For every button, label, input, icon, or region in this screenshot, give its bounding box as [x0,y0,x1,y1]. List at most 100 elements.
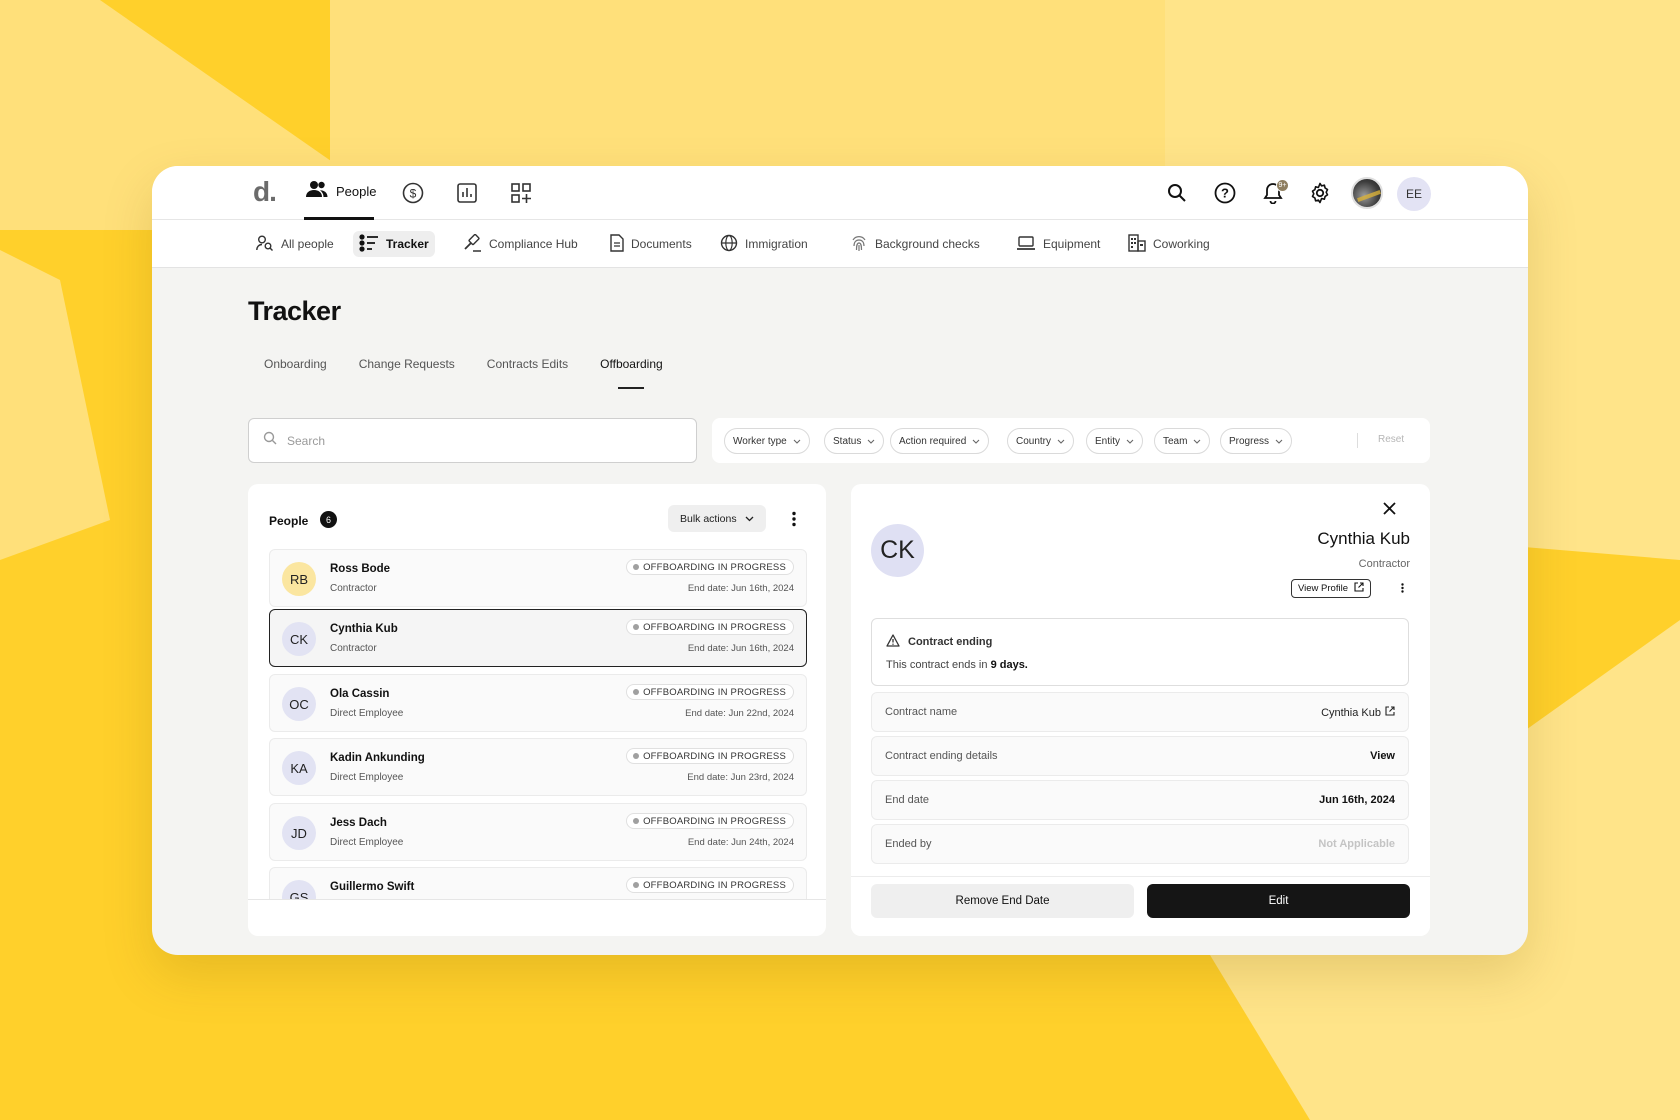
subnav-item-compliance-hub[interactable]: Compliance Hub [458,231,584,257]
status-badge: OFFBOARDING IN PROGRESS [626,877,794,893]
subnav-item-all-people[interactable]: All people [250,231,340,257]
gavel-icon [464,233,482,255]
status-dot-icon [633,624,640,630]
filter-team[interactable]: Team [1154,428,1211,454]
status-badge: OFFBOARDING IN PROGRESS [626,813,794,829]
chevron-down-icon [1126,436,1134,447]
list-item[interactable]: KA Kadin Ankunding Direct Employee OFFBO… [269,738,807,796]
view-profile-button[interactable]: View Profile [1291,579,1371,598]
apps-icon[interactable] [509,181,533,205]
close-icon[interactable] [1381,500,1397,516]
list-item[interactable]: RB Ross Bode Contractor OFFBOARDING IN P… [269,549,807,607]
external-link-icon [1354,582,1364,595]
list-item[interactable]: CK Cynthia Kub Contractor OFFBOARDING IN… [269,609,807,667]
edit-button[interactable]: Edit [1147,884,1410,918]
app-logo[interactable]: d. [253,176,277,208]
detail-panel: CK Cynthia Kub Contractor View Profile C… [851,484,1430,936]
tab-contracts-edits[interactable]: Contracts Edits [471,357,584,389]
more-options-icon[interactable] [786,510,802,528]
end-date: End date: Jun 16th, 2024 [687,583,794,594]
filter-country[interactable]: Country [1007,428,1075,454]
subnav-label: All people [281,237,334,251]
search-box[interactable] [248,418,697,463]
chevron-down-icon [793,436,801,447]
search-icon[interactable] [1165,181,1189,205]
status-badge: OFFBOARDING IN PROGRESS [626,619,794,635]
person-type: Contractor [330,583,377,594]
contract-name-link[interactable]: Cynthia Kub [1321,706,1395,719]
chart-icon[interactable] [455,181,479,205]
alert-title: Contract ending [908,636,993,648]
user-photo-avatar[interactable] [1351,177,1383,209]
subnav-label: Compliance Hub [489,237,578,251]
dollar-icon[interactable]: $ [401,181,425,205]
tab-onboarding[interactable]: Onboarding [248,357,343,389]
filter-label: Entity [1095,435,1121,447]
fingerprint-icon [850,234,868,255]
subnav-item-immigration[interactable]: Immigration [714,231,814,257]
status-label: OFFBOARDING IN PROGRESS [643,561,786,573]
chevron-down-icon [1275,436,1283,447]
status-dot-icon [633,689,640,695]
chevron-down-icon [1193,436,1201,447]
avatar: RB [282,562,316,596]
chevron-down-icon [745,513,754,525]
top-navbar: d. People $ ? 9+ EE [152,166,1528,220]
status-label: OFFBOARDING IN PROGRESS [643,750,786,762]
globe-icon [720,234,738,255]
tab-offboarding[interactable]: Offboarding [584,357,679,389]
tab-change-requests[interactable]: Change Requests [343,357,471,389]
end-date: End date: Jun 23rd, 2024 [687,772,794,783]
list-item[interactable]: JD Jess Dach Direct Employee OFFBOARDING… [269,803,807,861]
alert-days: 9 days. [990,659,1028,671]
detail-name: Cynthia Kub [1317,529,1410,548]
filter-status[interactable]: Status [824,428,885,454]
end-date: End date: Jun 24th, 2024 [687,837,794,848]
filter-worker-type[interactable]: Worker type [724,428,810,454]
reset-filters-button[interactable]: Reset [1378,434,1404,445]
filter-action-required[interactable]: Action required [890,428,990,454]
alert-title-row: Contract ending [886,634,992,650]
list-item[interactable]: GS Guillermo Swift OFFBOARDING IN PROGRE… [269,867,807,899]
more-options-icon[interactable] [1397,581,1407,595]
warning-icon [886,634,900,650]
help-icon[interactable]: ? [1213,181,1237,205]
subnav-item-documents[interactable]: Documents [604,231,698,257]
field-label: End date [885,794,930,806]
external-link-icon [1385,706,1395,719]
subnav-item-tracker[interactable]: Tracker [353,231,435,257]
people-panel: People 6 Bulk actions RB Ross Bode Contr… [248,484,826,936]
field-value: Jun 16th, 2024 [1319,794,1395,806]
avatar: CK [282,622,316,656]
filter-progress[interactable]: Progress [1220,428,1293,454]
view-link[interactable]: View [1370,750,1395,762]
field-value: Not Applicable [1318,838,1395,850]
svg-text:$: $ [410,187,417,201]
field-value: Cynthia Kub [1321,706,1381,719]
subnav-item-coworking[interactable]: Coworking [1122,231,1216,257]
tracker-icon [359,233,379,255]
search-icon [263,431,277,450]
subnav-item-equipment[interactable]: Equipment [1010,231,1106,257]
filter-label: Worker type [733,435,787,447]
filter-bar: Worker type Status Action required Count… [712,418,1430,463]
filter-label: Team [1163,435,1188,447]
list-item[interactable]: OC Ola Cassin Direct Employee OFFBOARDIN… [269,674,807,732]
notification-bell-icon[interactable]: 9+ [1261,179,1289,205]
subnav-item-background-checks[interactable]: Background checks [844,231,986,257]
view-profile-label: View Profile [1298,583,1348,594]
bulk-actions-button[interactable]: Bulk actions [668,505,766,532]
filter-label: Status [833,435,862,447]
search-input[interactable] [287,433,667,448]
chevron-down-icon [1057,436,1065,447]
filter-entity[interactable]: Entity [1086,428,1144,454]
user-avatar[interactable]: EE [1397,177,1431,211]
subnav-label: Equipment [1043,237,1101,251]
person-name: Kadin Ankunding [330,752,425,764]
filter-label: Country [1016,435,1052,447]
remove-end-date-button[interactable]: Remove End Date [871,884,1134,918]
avatar: KA [282,751,316,785]
end-date: End date: Jun 22nd, 2024 [685,708,794,719]
gear-icon[interactable] [1308,181,1332,205]
nav-people[interactable]: People [304,166,376,220]
